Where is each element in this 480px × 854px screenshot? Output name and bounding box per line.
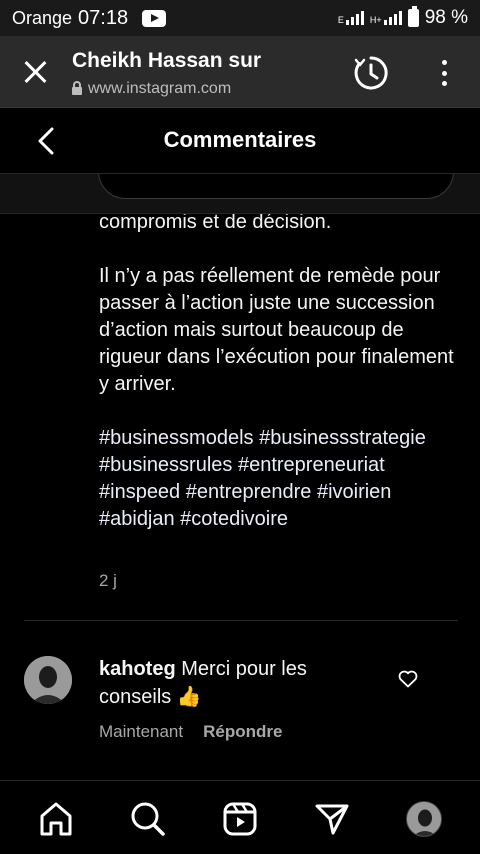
comment-meta: Maintenant Répondre — [99, 722, 282, 742]
caption-paragraph: Il n’y a pas réellement de remède pour p… — [99, 265, 454, 395]
browser-page-title: Cheikh Hassan sur — [72, 49, 262, 72]
post-caption: compromis et de décision. Il n’y a pas r… — [99, 214, 459, 560]
signal-icon — [345, 11, 364, 25]
more-options-icon[interactable] — [434, 58, 454, 88]
battery-icon — [407, 6, 419, 27]
carrier-label: Orange — [12, 7, 73, 28]
comment-text: kahoteg Merci pour les conseils 👍 — [99, 655, 349, 711]
home-icon[interactable] — [38, 801, 74, 837]
browser-url-text: www.instagram.com — [88, 80, 232, 97]
youtube-notification-icon — [142, 9, 167, 27]
page-title: Commentaires — [163, 127, 317, 152]
heart-icon[interactable] — [398, 670, 418, 688]
search-icon[interactable] — [130, 801, 166, 837]
history-icon[interactable] — [353, 55, 389, 91]
close-icon[interactable] — [22, 58, 50, 86]
battery-percentage: 98 % — [424, 7, 468, 28]
comments-list[interactable]: compromis et de décision. Il n’y a pas r… — [0, 214, 480, 780]
comment-input-strip — [0, 174, 480, 214]
reply-button[interactable]: Répondre — [203, 722, 282, 742]
clock: 07:18 — [78, 6, 129, 29]
avatar-image — [407, 802, 441, 836]
lock-icon — [72, 81, 82, 95]
comment-avatar[interactable] — [24, 656, 72, 704]
caption-hashtags[interactable]: #businessmodels #businessstrategie #busi… — [99, 425, 459, 533]
caption-paragraph: compromis et de décision. — [99, 214, 332, 233]
avatar-image — [24, 656, 72, 704]
browser-url: www.instagram.com — [72, 80, 231, 98]
status-indicators: E H+ 98 % — [337, 6, 468, 29]
caption-timestamp: 2 j — [99, 571, 117, 590]
network-type-label: E — [337, 15, 344, 25]
profile-avatar[interactable] — [406, 801, 442, 837]
comment-username[interactable]: kahoteg — [99, 658, 176, 680]
status-bar: Orange 07:18 E H+ 98 % — [0, 0, 480, 36]
browser-toolbar: Cheikh Hassan sur www.instagram.com — [0, 36, 480, 108]
divider — [24, 620, 458, 621]
comment-timestamp: Maintenant — [99, 722, 184, 741]
comments-header: Commentaires — [0, 108, 480, 174]
comment-input-field[interactable] — [98, 174, 454, 199]
network-type-label-2: H+ — [369, 15, 382, 25]
direct-message-icon[interactable] — [314, 801, 350, 837]
bottom-navigation — [0, 780, 480, 854]
signal-icon-2 — [383, 11, 402, 25]
reels-icon[interactable] — [222, 801, 258, 837]
